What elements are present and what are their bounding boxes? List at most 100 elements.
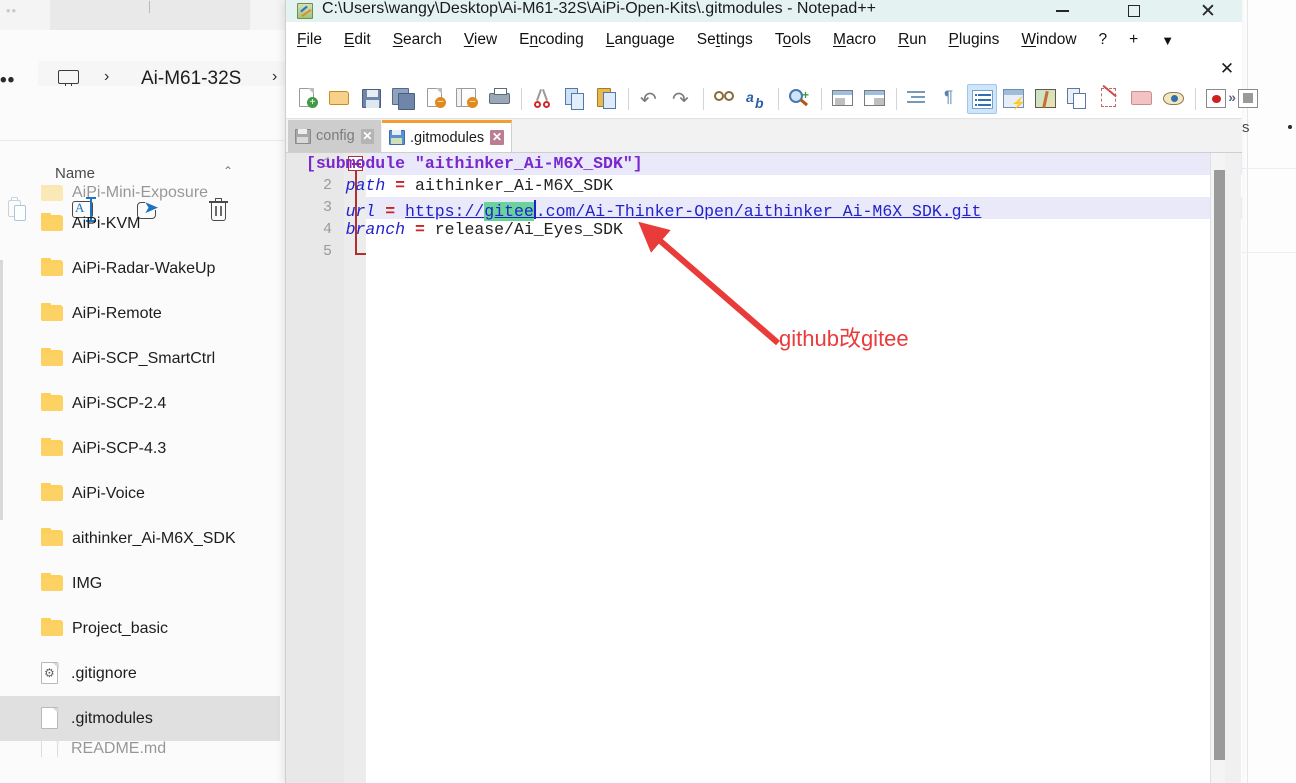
tab-label: config [316,128,355,144]
list-item[interactable]: Project_basic [0,606,280,651]
menu-item-language[interactable]: Language [595,22,686,58]
menu-item-plugins[interactable]: Plugins [938,22,1011,58]
list-item[interactable]: AiPi-Radar-WakeUp [0,246,280,291]
folder-as-workspace-icon[interactable] [1127,84,1157,114]
notepadpp-icon [297,3,313,19]
code-line-4[interactable]: branch = release/Ai_Eyes_SDK [306,219,623,241]
scrollbar-thumb[interactable] [1214,170,1225,760]
menu-item-edit[interactable]: Edit [333,22,382,58]
close-button[interactable]: ✕ [1178,0,1238,22]
title-bar[interactable]: C:\Users\wangy\Desktop\Ai-M61-32S\AiPi-O… [286,0,1242,22]
stop-macro-icon[interactable] [1234,84,1264,114]
code-line-1[interactable]: [submodule "aithinker_Ai-M6X_SDK"] [306,153,643,175]
word-wrap-icon[interactable] [903,84,933,114]
menu-item-tools[interactable]: Tools [764,22,822,58]
list-item-label: AiPi-Remote [72,304,162,322]
zoom-in-icon[interactable]: + [785,84,815,114]
menu-item-search[interactable]: Search [382,22,453,58]
window-title: C:\Users\wangy\Desktop\Ai-M61-32S\AiPi-O… [322,0,877,17]
menu-item-view[interactable]: View [453,22,508,58]
menu-overflow-caret-icon[interactable]: ▼ [1149,33,1186,48]
explorer-tab-partial[interactable] [50,0,250,33]
folder-icon [41,573,63,592]
list-item[interactable]: AiPi-SCP_SmartCtrl [0,336,280,381]
code-line-2[interactable]: path = aithinker_Ai-M6X_SDK [306,175,613,197]
new-file-icon[interactable]: + [293,84,323,114]
sync-horizontal-icon[interactable] [860,84,890,114]
list-item[interactable]: AiPi-KVM [0,201,280,246]
menu-item-window[interactable]: Window [1010,22,1087,58]
maximize-button[interactable] [1104,0,1164,22]
toolbar: + – – ↶ ↷ a b + ¶ ⚡ » [286,79,1258,119]
config-file-icon: ⚙ [41,662,60,685]
indent-guide-icon[interactable] [967,83,997,114]
folder-icon [41,528,63,547]
monitoring-icon[interactable] [1159,84,1189,114]
list-item-label: AiPi-SCP-4.3 [72,439,167,457]
print-icon[interactable] [485,84,515,114]
background-window-right: s [1240,0,1296,783]
undo-icon[interactable]: ↶ [635,84,665,114]
file-icon [389,130,405,145]
folder-icon [41,483,63,502]
list-item-label: AiPi-Voice [72,484,145,502]
code-line-3[interactable]: url = https://gitee .com/Ai-Thinker-Open/… [306,197,981,221]
document-map-icon[interactable] [1031,84,1061,114]
menu-item-file[interactable]: File [286,22,333,58]
list-item[interactable]: AiPi-SCP-2.4 [0,381,280,426]
show-all-chars-icon[interactable]: ¶ [935,84,965,114]
toolbar-overflow-button[interactable]: » [1228,89,1236,105]
column-header-name[interactable]: Name [55,165,95,182]
close-file-icon[interactable]: – [421,84,451,114]
list-item[interactable]: AiPi-Remote [0,291,280,336]
menu-item-run[interactable]: Run [887,22,937,58]
menu-item-[interactable]: + [1118,22,1149,58]
chevron-right-icon: › [104,68,110,85]
menu-item-encoding[interactable]: Encoding [508,22,595,58]
list-item-label: .gitignore [71,664,137,682]
explorer-breadcrumb-bar: •• › Ai-M61-32S › [0,30,290,99]
document-switcher-icon[interactable] [1095,84,1125,114]
menu-item-settings[interactable]: Settings [686,22,764,58]
list-item[interactable]: AiPi-Voice [0,471,280,516]
minimize-button[interactable] [1032,0,1092,22]
folder-icon [41,213,63,232]
sync-vertical-icon[interactable] [828,84,858,114]
list-item[interactable]: .gitmodules [0,696,280,741]
explorer-tab-overflow-icon[interactable]: •• [6,3,17,18]
chevron-right-icon-2: › [272,68,278,85]
list-item[interactable]: aithinker_Ai-M6X_SDK [0,516,280,561]
tab-close-icon[interactable]: ✕ [490,130,504,145]
tab-close-icon[interactable]: ✕ [360,128,374,144]
list-item[interactable]: AiPi-SCP-4.3 [0,426,280,471]
tab-gitmodules[interactable]: .gitmodules ✕ [382,120,512,152]
save-icon[interactable] [357,84,387,114]
list-item-label: README.md [71,741,167,757]
list-item[interactable]: AiPi-Mini-Exposure [0,185,280,201]
open-file-icon[interactable] [325,84,355,114]
list-item-label: AiPi-KVM [72,214,141,232]
list-item[interactable]: README.md [0,741,280,757]
function-list-icon[interactable] [1063,84,1093,114]
list-item[interactable]: IMG [0,561,280,606]
find-icon[interactable] [710,84,740,114]
cut-icon[interactable] [528,84,558,114]
menu-item-macro[interactable]: Macro [822,22,887,58]
replace-icon[interactable]: ab [742,84,772,114]
redo-icon[interactable]: ↷ [667,84,697,114]
red-arrow-icon [638,221,780,346]
copy-icon[interactable] [560,84,590,114]
editor-area[interactable]: 12345 [submodule "aithinker_Ai-M6X_SDK"]… [286,153,1242,783]
paste-icon[interactable] [592,84,622,114]
list-item[interactable]: ⚙ .gitignore [0,651,280,696]
notepadpp-window: C:\Users\wangy\Desktop\Ai-M61-32S\AiPi-O… [285,0,1258,783]
close-document-button[interactable]: ✕ [1216,58,1238,80]
list-item-label: AiPi-Radar-WakeUp [72,259,216,277]
user-defined-dialog-icon[interactable]: ⚡ [999,84,1029,114]
close-all-files-icon[interactable]: – [453,84,483,114]
save-all-icon[interactable] [389,84,419,114]
tab-config[interactable]: config ✕ [288,120,381,152]
background-text-fragment: s [1242,119,1250,136]
line-number: 5 [322,243,332,260]
menu-item-[interactable]: ? [1088,22,1119,58]
